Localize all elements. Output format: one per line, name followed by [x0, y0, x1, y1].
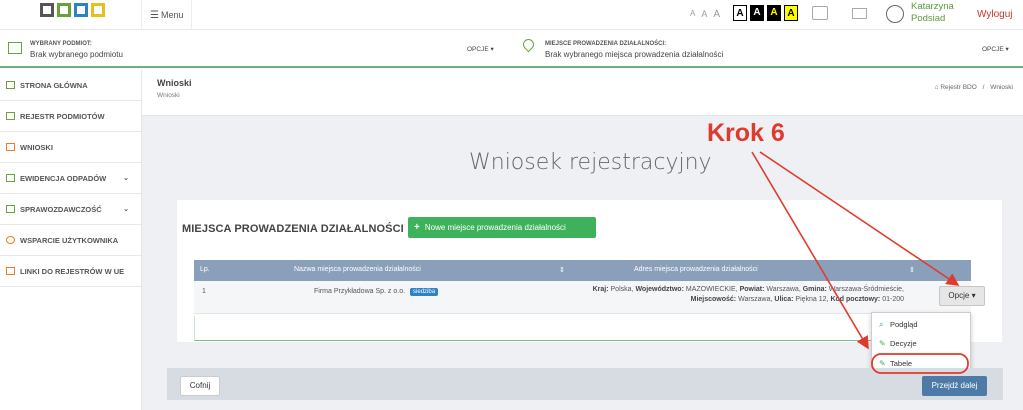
font-small-button[interactable]: A	[690, 9, 695, 20]
table-footer	[194, 316, 971, 341]
entity-icon	[8, 42, 22, 54]
sidebar-item-registry[interactable]: REJESTR PODMIOTÓW	[0, 101, 141, 132]
folder-icon	[6, 267, 15, 275]
page-heading: Wnioski	[157, 78, 192, 88]
plus-icon: +	[414, 222, 420, 233]
place-options-button[interactable]: OPCJE ▾	[982, 45, 1009, 53]
print-icon[interactable]	[812, 6, 828, 20]
home-icon: ⌂	[934, 84, 939, 91]
mail-icon[interactable]	[852, 8, 867, 19]
home-icon	[6, 81, 15, 89]
place-value: Brak wybranego miejsca prowadzenia dział…	[545, 50, 724, 59]
table-header: Lp. Nazwa miejsca prowadzenia działalnoś…	[194, 260, 971, 281]
support-icon	[6, 236, 15, 244]
sidebar-item-reporting[interactable]: SPRAWOZDAWCZOŚĆ ⌄	[0, 194, 141, 225]
report-icon	[6, 205, 15, 213]
add-place-button[interactable]: + Nowe miejsce prowadzenia działalności	[408, 217, 596, 238]
entity-label: WYBRANY PODMIOT:	[30, 41, 92, 47]
caret-down-icon: ▾	[490, 46, 494, 53]
sidebar: STRONA GŁÓWNA REJESTR PODMIOTÓW WNIOSKI …	[0, 70, 142, 410]
edit-icon: ✎	[879, 339, 886, 348]
entity-value: Brak wybranego podmiotu	[30, 50, 123, 59]
sort-icon[interactable]: ⇕	[909, 266, 915, 274]
file-icon	[6, 143, 15, 151]
sidebar-item-waste-records[interactable]: EWIDENCJA ODPADÓW ⌄	[0, 163, 141, 194]
breadcrumb-path: ⌂ Rejestr BDO / Wnioski	[934, 84, 1013, 91]
sidebar-item-applications[interactable]: WNIOSKI	[0, 132, 141, 163]
row-options-button[interactable]: Opcje ▾	[939, 286, 985, 306]
breadcrumb-home-link[interactable]: Rejestr BDO	[940, 84, 976, 91]
column-header-lp[interactable]: Lp.	[200, 266, 210, 273]
contrast-controls: A A A A	[733, 5, 798, 21]
row-address: Kraj: Polska, Województwo: MAZOWIECKIE, …	[592, 286, 904, 303]
form-footer: Cofnij Przejdź dalej	[167, 368, 1003, 400]
context-bar: WYBRANY PODMIOT: Brak wybranego podmiotu…	[0, 30, 1023, 68]
list-icon	[6, 174, 15, 182]
contrast-white-on-black-button[interactable]: A	[750, 5, 764, 21]
logout-link[interactable]: Wyloguj	[977, 9, 1012, 20]
row-lp: 1	[202, 288, 206, 295]
sort-icon[interactable]: ⇕	[559, 266, 565, 274]
font-medium-button[interactable]: A	[701, 9, 707, 20]
dropdown-item-decisions[interactable]: ✎ Decyzje	[879, 337, 917, 351]
font-size-controls: A A A	[690, 9, 720, 20]
column-header-name[interactable]: Nazwa miejsca prowadzenia działalności	[294, 266, 421, 273]
caret-down-icon: ▾	[971, 291, 976, 300]
section-title: MIEJSCA PROWADZENIA DZIAŁALNOŚCI	[182, 223, 404, 235]
font-large-button[interactable]: A	[713, 9, 720, 20]
chevron-down-icon: ⌄	[123, 175, 129, 182]
chevron-down-icon: ⌄	[123, 206, 129, 213]
breadcrumb-current: Wnioski	[990, 84, 1013, 91]
contrast-black-on-yellow-button[interactable]: A	[784, 5, 798, 21]
sidebar-item-home[interactable]: STRONA GŁÓWNA	[0, 70, 141, 101]
headquarters-badge: siedziba	[410, 288, 439, 296]
sidebar-item-eu-links[interactable]: LINKI DO REJESTRÓW W UE	[0, 256, 141, 287]
breadcrumb: Wnioski Wnioski ⌂ Rejestr BDO / Wnioski	[142, 70, 1023, 116]
page-title: Wniosek rejestracyjny	[469, 150, 712, 175]
column-header-address[interactable]: Adres miejsca prowadzenia działalności	[634, 266, 758, 273]
menu-button[interactable]: ☰ Menu	[141, 0, 193, 30]
top-bar: ☰ Menu A A A A A A A Katarzyna Podsiad Wy…	[0, 0, 1023, 30]
contrast-default-button[interactable]: A	[733, 5, 747, 21]
page-subheading: Wnioski	[157, 92, 180, 99]
next-button[interactable]: Przejdź dalej	[922, 376, 987, 396]
search-icon: ⌕	[879, 320, 884, 329]
contrast-yellow-on-black-button[interactable]: A	[767, 5, 781, 21]
table-row: 1 Firma Przykładowa Sp. z o.o. siedziba K…	[194, 281, 985, 314]
entity-options-button[interactable]: OPCJE ▾	[467, 45, 494, 53]
back-button[interactable]: Cofnij	[180, 376, 220, 396]
caret-down-icon: ▾	[1005, 46, 1009, 53]
place-label: MIEJSCE PROWADZENIA DZIAŁALNOŚCI:	[545, 41, 667, 47]
sidebar-item-support[interactable]: WSPARCIE UŻYTKOWNIKA	[0, 225, 141, 256]
hamburger-icon: ☰	[150, 10, 159, 21]
step-annotation-label: Krok 6	[707, 119, 785, 147]
cube-icon	[6, 112, 15, 120]
location-pin-icon	[520, 36, 537, 53]
bdo-logo[interactable]	[40, 3, 105, 17]
dropdown-item-preview[interactable]: ⌕ Podgląd	[879, 318, 918, 332]
user-name[interactable]: Katarzyna Podsiad	[911, 1, 956, 25]
row-name: Firma Przykładowa Sp. z o.o. siedziba	[314, 288, 439, 296]
user-avatar-icon[interactable]	[886, 5, 904, 23]
